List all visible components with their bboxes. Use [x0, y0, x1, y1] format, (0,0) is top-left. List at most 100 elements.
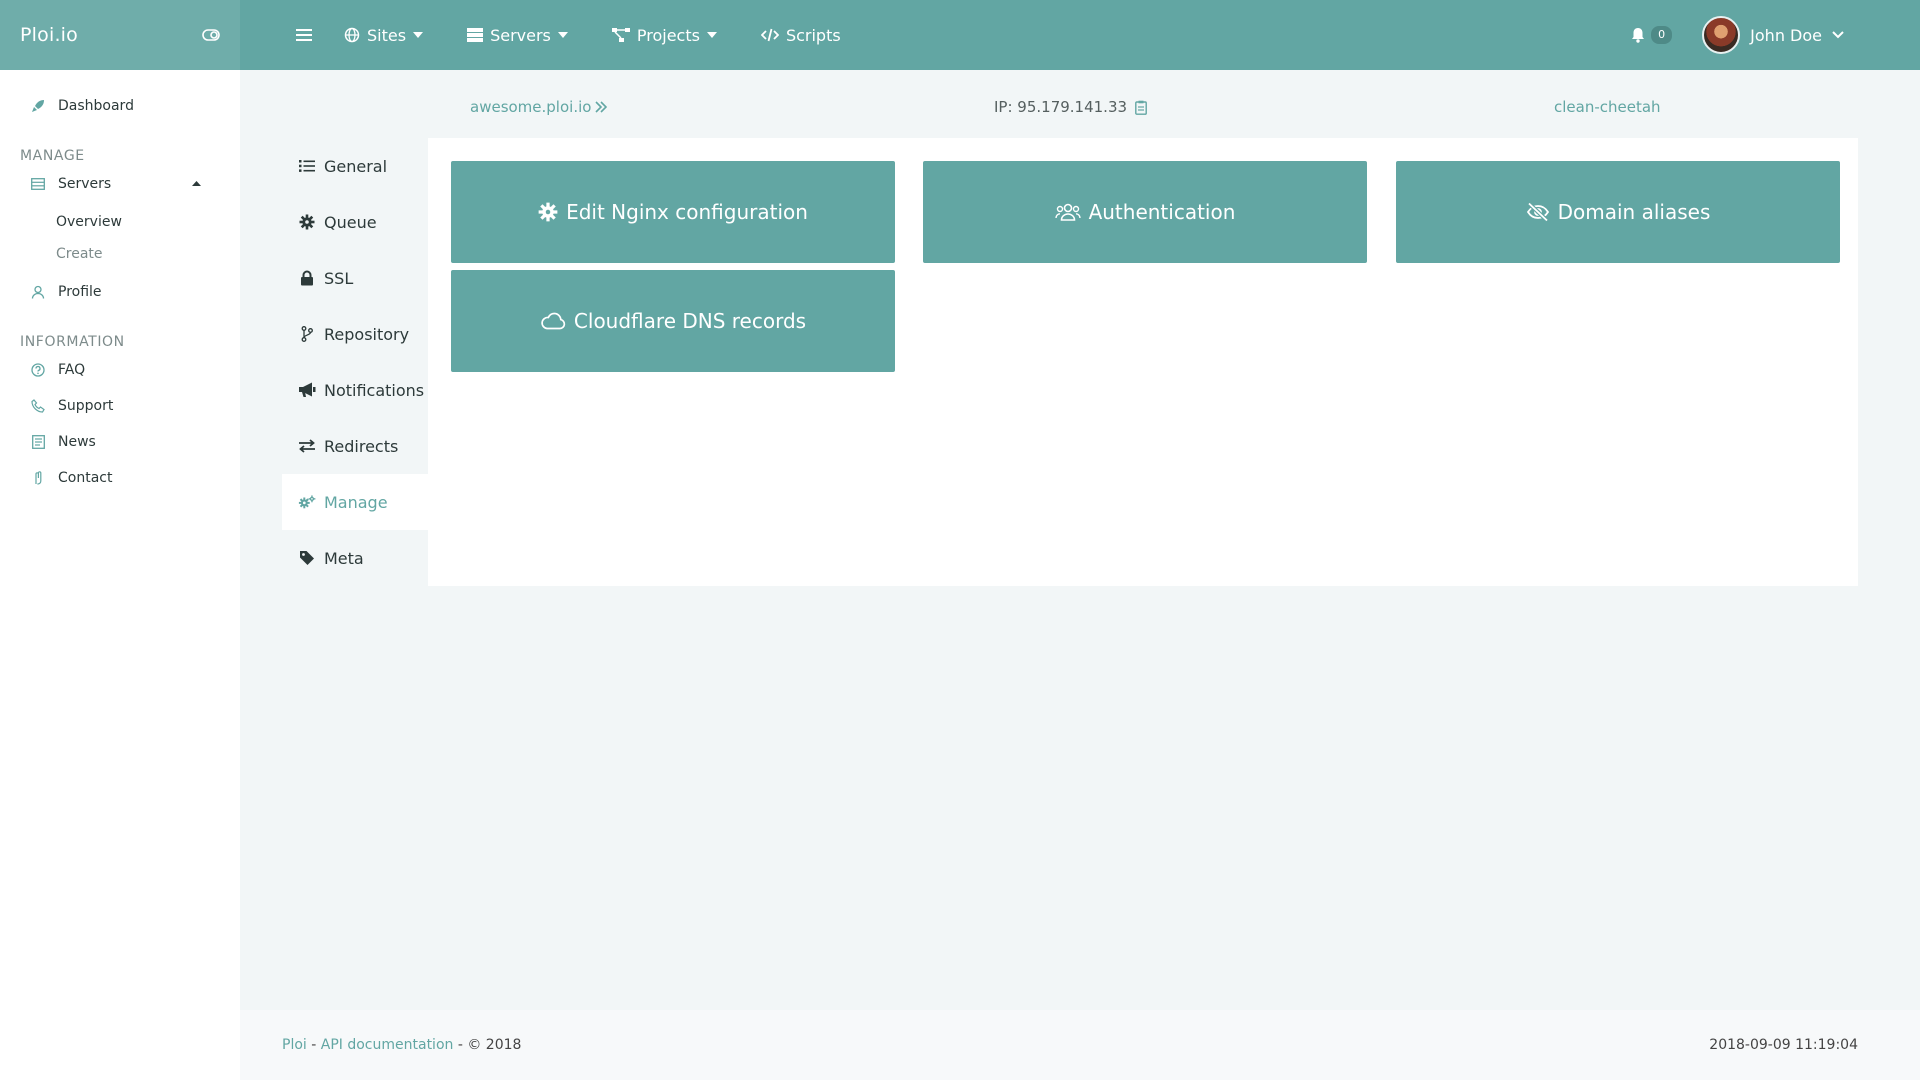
footer-timestamp: 2018-09-09 11:19:04 [1709, 1037, 1858, 1053]
users-icon [1054, 202, 1081, 222]
sidebar-subitem-overview[interactable]: Overview [0, 206, 240, 238]
cog-icon [538, 202, 558, 222]
toggle-icon[interactable] [202, 29, 220, 41]
server-name-link[interactable]: clean-cheetah [1554, 98, 1661, 116]
tab-label: SSL [324, 268, 354, 288]
tab-label: Meta [324, 548, 364, 568]
caret-up-icon [188, 181, 204, 186]
eye-slash-icon [1526, 202, 1550, 222]
tab-label: General [324, 156, 388, 176]
caret-down-icon [413, 32, 424, 38]
tile-label: Domain aliases [1557, 200, 1711, 224]
cogs-icon [298, 494, 316, 510]
section-title-manage: MANAGE [20, 148, 85, 164]
sidebar-item-label: Servers [58, 176, 112, 192]
hamburger-menu-icon[interactable] [296, 28, 312, 42]
exchange-icon [298, 439, 316, 453]
tab-general[interactable]: General [282, 138, 428, 194]
phone-icon [30, 399, 46, 413]
tile-label: Authentication [1088, 200, 1236, 224]
tab-label: Queue [324, 212, 377, 232]
sidebar-item-label: FAQ [58, 362, 86, 378]
nav-servers-label: Servers [490, 25, 551, 45]
sidebar-item-profile[interactable]: Profile [0, 278, 240, 306]
tab-label: Manage [324, 492, 388, 512]
brand-bar: Ploi.io [0, 0, 240, 70]
sidebar-item-label: Profile [58, 284, 102, 300]
site-domain: awesome.ploi.io [470, 98, 592, 116]
tab-manage[interactable]: Manage [282, 474, 428, 530]
sidebar-subitem-create[interactable]: Create [0, 238, 240, 270]
question-circle-icon [30, 363, 46, 377]
server-ip-text: IP: 95.179.141.33 [994, 98, 1128, 116]
tab-repository[interactable]: Repository [282, 306, 428, 362]
sidebar-item-label: Dashboard [58, 98, 134, 114]
tab-label: Redirects [324, 436, 399, 456]
footer-left: Ploi - API documentation - © 2018 [282, 1037, 521, 1053]
tile-label: Edit Nginx configuration [566, 200, 808, 224]
brand-name[interactable]: Ploi.io [20, 24, 78, 46]
section-title-information: INFORMATION [20, 334, 125, 350]
manage-panel: Edit Nginx configuration Authentication … [428, 138, 1858, 586]
footer: Ploi - API documentation - © 2018 2018-0… [240, 1010, 1920, 1080]
tile-label: Cloudflare DNS records [573, 309, 807, 333]
cloud-icon [540, 312, 566, 330]
sidebar-item-support[interactable]: Support [0, 392, 240, 420]
notifications-button[interactable]: 0 [1631, 26, 1673, 44]
clipboard-icon[interactable] [1135, 100, 1147, 115]
sidebar-item-faq[interactable]: FAQ [0, 356, 240, 384]
edit-nginx-button[interactable]: Edit Nginx configuration [451, 161, 895, 263]
domain-aliases-button[interactable]: Domain aliases [1396, 161, 1840, 263]
user-name: John Doe [1750, 25, 1822, 45]
newspaper-icon [30, 435, 46, 449]
sidebar-item-label: News [58, 434, 96, 450]
double-chevron-right-icon [595, 101, 608, 113]
site-info-row: awesome.ploi.io IP: 95.179.141.33 clean-… [470, 98, 1920, 122]
footer-separator: - [306, 1037, 321, 1053]
rocket-icon [30, 99, 46, 113]
tag-icon [298, 550, 316, 566]
nav-scripts-link[interactable]: Scripts [760, 26, 841, 45]
lock-icon [298, 270, 316, 286]
nav-sites-label: Sites [367, 25, 407, 45]
sidebar-item-news[interactable]: News [0, 428, 240, 456]
sidebar-item-dashboard[interactable]: Dashboard [0, 92, 240, 120]
cloudflare-dns-button[interactable]: Cloudflare DNS records [451, 270, 895, 372]
sidebar-item-contact[interactable]: Contact [0, 464, 240, 492]
notification-count-badge: 0 [1651, 26, 1673, 44]
chevron-down-icon [1832, 31, 1844, 39]
bell-icon [1631, 27, 1645, 43]
footer-copyright: - © 2018 [453, 1037, 522, 1053]
nav-sites-dropdown[interactable]: Sites [344, 25, 424, 45]
sidebar-item-servers[interactable]: Servers [0, 170, 240, 198]
top-nav: Sites Servers Projects Scripts [296, 0, 885, 70]
footer-ploi-link[interactable]: Ploi [282, 1037, 307, 1053]
user-icon [30, 285, 46, 299]
code-branch-icon [298, 326, 316, 342]
tab-notifications[interactable]: Notifications [282, 362, 428, 418]
site-domain-link[interactable]: awesome.ploi.io [470, 98, 608, 116]
tab-meta[interactable]: Meta [282, 530, 428, 586]
top-right-area: 0 John Doe [1631, 0, 1920, 70]
footer-api-docs-link[interactable]: API documentation [321, 1037, 454, 1053]
cog-icon [298, 214, 316, 230]
sidebar-item-label: Contact [58, 470, 113, 486]
server-ip: IP: 95.179.141.33 [994, 98, 1147, 116]
sidebar-item-label: Support [58, 398, 114, 414]
tab-label: Notifications [324, 380, 425, 400]
server-list-icon [30, 178, 46, 190]
tab-label: Repository [324, 324, 410, 344]
left-sidebar: Dashboard MANAGE Servers Overview Create… [0, 70, 240, 1080]
avatar [1702, 16, 1741, 54]
user-menu[interactable]: John Doe [1702, 16, 1844, 54]
authentication-button[interactable]: Authentication [923, 161, 1367, 263]
bullhorn-icon [298, 382, 316, 398]
project-diagram-icon [611, 28, 630, 42]
nav-projects-dropdown[interactable]: Projects [611, 25, 717, 45]
tab-ssl[interactable]: SSL [282, 250, 428, 306]
tab-redirects[interactable]: Redirects [282, 418, 428, 474]
nav-projects-label: Projects [636, 25, 700, 45]
nav-servers-dropdown[interactable]: Servers [467, 26, 568, 45]
hand-icon [30, 471, 46, 485]
tab-queue[interactable]: Queue [282, 194, 428, 250]
